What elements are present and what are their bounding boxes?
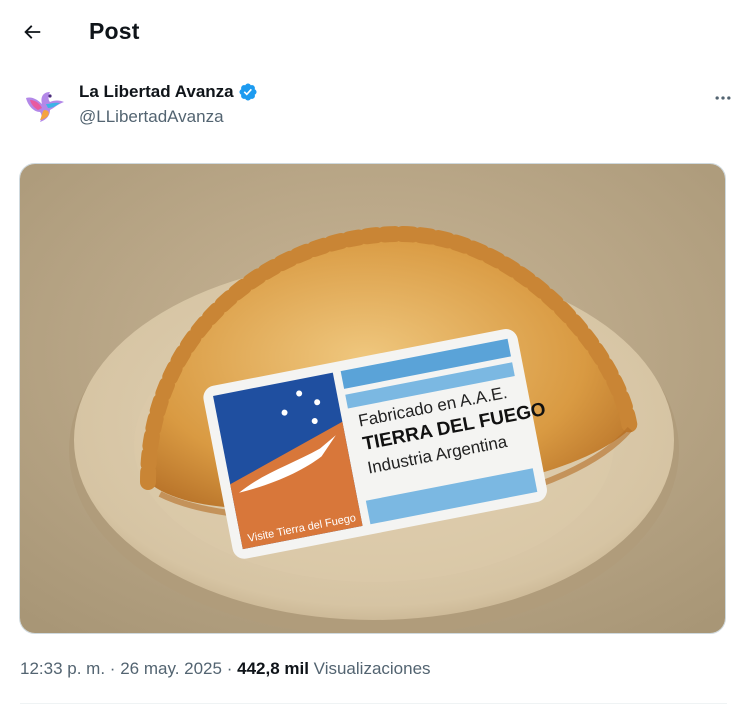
display-name-text: La Libertad Avanza [79,82,234,101]
more-horizontal-icon [715,96,731,100]
avatar[interactable] [20,82,68,130]
post-author: La Libertad Avanza @LLibertadAvanza [20,80,731,132]
display-name[interactable]: La Libertad Avanza [79,82,258,102]
meta-separator: · [109,659,116,678]
views-label: Visualizaciones [313,659,431,678]
divider [20,703,727,704]
post-date[interactable]: 26 may. 2025 [120,659,222,678]
back-button[interactable] [14,14,50,50]
meta-separator: · [226,659,233,678]
arrow-left-icon [24,25,41,39]
author-handle[interactable]: @LLibertadAvanza [79,107,224,127]
post-header: Post [0,0,747,66]
eagle-logo-icon [26,92,64,122]
post-image[interactable]: Fabricado en A.A.E. TIERRA DEL FUEGO Ind… [19,163,726,634]
post-time[interactable]: 12:33 p. m. [20,659,105,678]
page-title: Post [89,18,140,44]
empanada-photo: Fabricado en A.A.E. TIERRA DEL FUEGO Ind… [20,164,725,633]
views-count: 442,8 mil [237,659,309,678]
verified-badge-icon [239,83,257,101]
more-options-button[interactable] [705,80,741,116]
post-meta: 12:33 p. m. · 26 may. 2025 · 442,8 mil V… [20,659,431,679]
